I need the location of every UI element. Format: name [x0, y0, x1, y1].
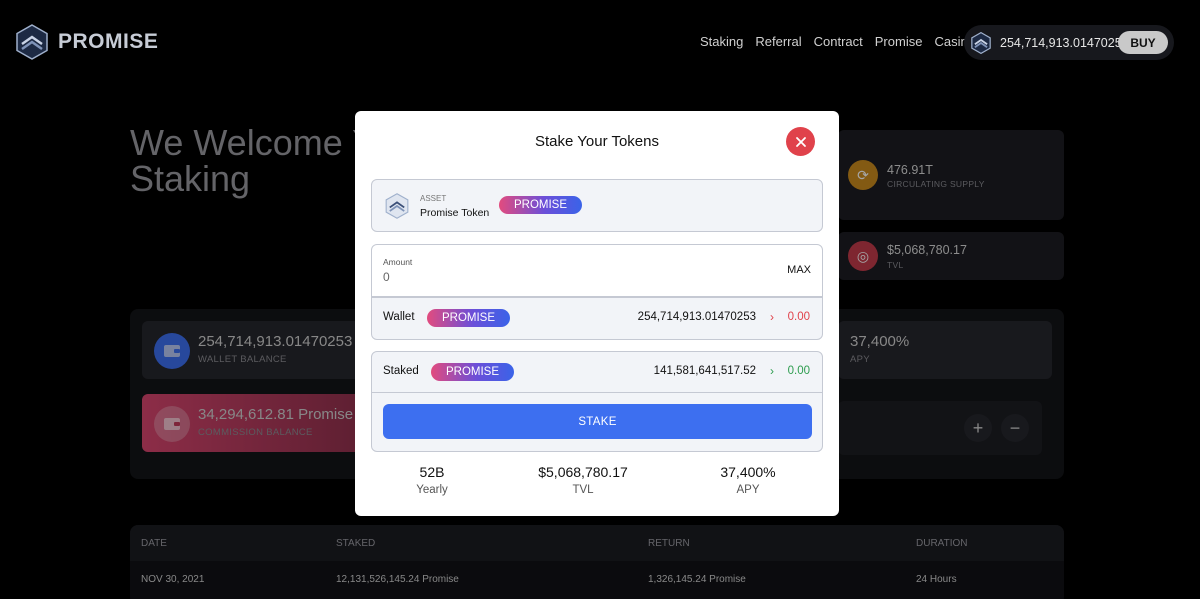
close-button[interactable]: [786, 127, 815, 156]
nav-contract[interactable]: Contract: [814, 34, 863, 49]
refresh-icon: ⟳: [848, 160, 878, 190]
divider: [372, 392, 822, 393]
asset-badge: PROMISE: [499, 196, 582, 214]
table-header: DATE STAKED RETURN DURATION: [130, 525, 1064, 561]
header-wallet-balance: 254,714,913.01470253: [1000, 35, 1129, 50]
promise-token-icon: [971, 31, 991, 54]
col-duration: DURATION: [916, 538, 968, 549]
hero-title: We Welcome Y Staking: [130, 125, 376, 197]
amount-field: Amount MAX: [371, 244, 823, 297]
wallet-row-badge: PROMISE: [427, 309, 510, 327]
row-staked: 12,131,526,145.24 Promise: [336, 574, 459, 585]
col-date: DATE: [141, 538, 167, 549]
tvl-card: ◎ $5,068,780.17 TVL: [838, 232, 1064, 280]
target-icon: ◎: [848, 241, 878, 271]
stake-modal: Stake Your Tokens ASSET Promise Token PR…: [355, 111, 839, 516]
tvl-label: TVL: [887, 260, 904, 270]
col-staked: STAKED: [336, 538, 376, 549]
header: PROMISE Staking Referral Contract Promis…: [0, 0, 1200, 85]
modal-title: Stake Your Tokens: [535, 133, 659, 150]
close-icon: [795, 136, 806, 147]
circulating-supply-value: 476.91T: [887, 163, 933, 177]
yearly-value: 52B: [419, 464, 445, 480]
asset-label: ASSET: [420, 194, 447, 203]
amount-input[interactable]: [383, 269, 743, 285]
col-return: RETURN: [648, 538, 690, 549]
staked-panel: Staked PROMISE 141,581,641,517.52 › 0.00…: [371, 351, 823, 452]
commission-balance-label: COMMISSION BALANCE: [198, 427, 313, 438]
minus-button[interactable]: −: [1001, 414, 1029, 442]
apy-value: 37,400%: [850, 333, 910, 350]
wallet-balance-card: 254,714,913.01470253 Pr WALLET BALANCE: [142, 321, 382, 379]
nav-staking[interactable]: Staking: [700, 34, 743, 49]
wallet-row: Wallet PROMISE 254,714,913.01470253 › 0.…: [371, 297, 823, 340]
main-nav: Staking Referral Contract Promise Casino: [700, 34, 975, 49]
asset-name: Promise Token: [420, 207, 490, 219]
wallet-row-delta: 0.00: [787, 311, 810, 323]
wallet-balance-label: WALLET BALANCE: [198, 354, 287, 365]
circulating-supply-label: CIRCULATING SUPPLY: [887, 179, 985, 189]
apy-stat: 37,400% APY: [673, 464, 823, 496]
row-date: NOV 30, 2021: [141, 574, 205, 585]
buy-button[interactable]: BUY: [1118, 31, 1168, 54]
stake-button[interactable]: STAKE: [383, 404, 812, 439]
stake-controls: + −: [838, 401, 1042, 455]
nav-promise[interactable]: Promise: [875, 34, 923, 49]
header-wallet-pill: 254,714,913.01470253 BUY: [964, 25, 1174, 60]
promise-logo-icon: [16, 24, 48, 60]
plus-button[interactable]: +: [964, 414, 992, 442]
wallet-row-value: 254,714,913.01470253: [637, 311, 756, 323]
apy-card: 37,400% APY: [838, 321, 1052, 379]
brand-logo[interactable]: PROMISE: [14, 24, 158, 60]
tvl-stat-label: TVL: [572, 484, 594, 496]
asset-selector[interactable]: ASSET Promise Token PROMISE: [371, 179, 823, 232]
row-return: 1,326,145.24 Promise: [648, 574, 746, 585]
hero-title-line2: Staking: [130, 158, 251, 199]
staked-row-value: 141,581,641,517.52: [653, 365, 756, 377]
commission-balance-value: 34,294,612.81 Promise: [198, 406, 354, 423]
yearly-label: Yearly: [416, 484, 448, 496]
yearly-stat: 52B Yearly: [357, 464, 507, 496]
apy-stat-value: 37,400%: [720, 464, 776, 480]
apy-label: APY: [850, 354, 870, 365]
wallet-icon: [154, 406, 190, 442]
max-button[interactable]: MAX: [787, 264, 811, 276]
tvl-stat-value: $5,068,780.17: [538, 464, 628, 480]
apy-stat-label: APY: [736, 484, 760, 496]
wallet-balance-value: 254,714,913.01470253 Pr: [198, 333, 372, 350]
history-table: DATE STAKED RETURN DURATION NOV 30, 2021…: [130, 525, 1064, 599]
commission-balance-card: 34,294,612.81 Promise COMMISSION BALANCE: [142, 394, 382, 452]
amount-label: Amount: [383, 257, 413, 267]
hero-title-line1: We Welcome Y: [130, 122, 377, 163]
brand-name: PROMISE: [58, 30, 159, 53]
staked-row-label: Staked: [383, 365, 419, 377]
table-row: NOV 30, 2021 12,131,526,145.24 Promise 1…: [130, 561, 1064, 597]
tvl-stat: $5,068,780.17 TVL: [508, 464, 658, 496]
chevron-right-icon: ›: [770, 364, 774, 378]
nav-referral[interactable]: Referral: [755, 34, 801, 49]
wallet-icon: [154, 333, 190, 369]
staked-row-badge: PROMISE: [431, 363, 514, 381]
circulating-supply-card: ⟳ 476.91T CIRCULATING SUPPLY: [838, 130, 1064, 220]
staked-row-delta: 0.00: [787, 365, 810, 377]
tvl-value: $5,068,780.17: [887, 243, 967, 257]
chevron-right-icon: ›: [770, 310, 774, 324]
row-duration: 24 Hours: [916, 574, 957, 585]
promise-token-icon: [385, 193, 409, 219]
wallet-row-label: Wallet: [383, 311, 415, 323]
